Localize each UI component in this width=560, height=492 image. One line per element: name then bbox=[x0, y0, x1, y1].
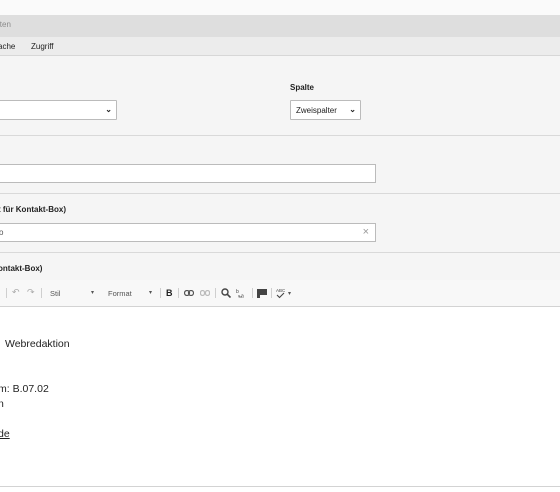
text-input-1[interactable] bbox=[0, 164, 376, 183]
link-icon[interactable] bbox=[184, 290, 194, 296]
rte-editor[interactable]: Webredaktion m: B.07.02 n de bbox=[0, 307, 560, 485]
contact-box-field-label: t für Kontakt-Box) bbox=[0, 205, 66, 214]
tab-zugriff[interactable]: Zugriff bbox=[31, 42, 54, 51]
chevron-down-icon: ⌄ bbox=[105, 105, 112, 114]
spalte-label: Spalte bbox=[290, 83, 315, 92]
editor-text-line: n bbox=[0, 398, 4, 410]
panel-title: iten bbox=[0, 20, 11, 29]
chevron-down-icon[interactable]: ▾ bbox=[288, 290, 291, 297]
rte-toolbar: ↶ ↷ Stil ▾ Format ▾ B b a ABC ▾ bbox=[0, 280, 560, 307]
contact-box-input[interactable]: o × bbox=[0, 223, 376, 242]
spalte-select-value: Zweispalter bbox=[296, 106, 337, 115]
field-section-2: t für Kontakt-Box) o × bbox=[0, 194, 560, 253]
layout-section: ⌄ Spalte Zweispalter ⌄ bbox=[0, 56, 560, 136]
layout-select[interactable]: ⌄ bbox=[0, 100, 117, 120]
format-dropdown-label: Format bbox=[108, 289, 132, 298]
toolbar-separator bbox=[178, 288, 179, 298]
panel-header: iten bbox=[0, 15, 560, 37]
redo-icon[interactable]: ↷ bbox=[27, 287, 35, 298]
style-dropdown-label: Stil bbox=[50, 289, 61, 298]
clear-icon[interactable]: × bbox=[363, 226, 369, 238]
blockquote-icon[interactable] bbox=[257, 288, 267, 298]
search-icon[interactable] bbox=[221, 288, 231, 298]
replace-icon[interactable]: b a bbox=[236, 288, 248, 298]
toolbar-separator bbox=[271, 288, 272, 298]
chevron-down-icon: ▾ bbox=[91, 290, 95, 296]
toolbar-separator bbox=[215, 288, 216, 298]
tab-sprache[interactable]: ache bbox=[0, 42, 15, 51]
toolbar-separator bbox=[6, 288, 7, 298]
bottom-divider bbox=[0, 486, 560, 487]
svg-text:ABC: ABC bbox=[276, 288, 286, 293]
spellcheck-icon[interactable]: ABC bbox=[276, 287, 288, 299]
svg-text:b: b bbox=[236, 289, 239, 295]
chevron-down-icon: ▾ bbox=[149, 290, 153, 296]
unlink-icon[interactable] bbox=[200, 290, 210, 296]
bold-button[interactable]: B bbox=[166, 288, 173, 298]
editor-link[interactable]: de bbox=[0, 428, 10, 440]
editor-text-line: m: B.07.02 bbox=[0, 383, 49, 395]
contact-box-input-value: o bbox=[0, 228, 4, 237]
spalte-select[interactable]: Zweispalter ⌄ bbox=[290, 100, 361, 120]
format-dropdown[interactable]: Format ▾ bbox=[103, 284, 157, 302]
field-section-1 bbox=[0, 136, 560, 194]
editor-text-line: Webredaktion bbox=[5, 338, 70, 350]
chevron-down-icon: ⌄ bbox=[349, 105, 356, 114]
rte-field-label: ontakt-Box) bbox=[0, 264, 43, 273]
toolbar-separator bbox=[252, 288, 253, 298]
style-dropdown[interactable]: Stil ▾ bbox=[45, 284, 99, 302]
rte-section: ontakt-Box) bbox=[0, 253, 560, 280]
tab-bar: ache Zugriff bbox=[0, 37, 560, 56]
toolbar-separator bbox=[160, 288, 161, 298]
undo-icon[interactable]: ↶ bbox=[12, 287, 20, 298]
top-bar bbox=[0, 0, 560, 16]
toolbar-separator bbox=[41, 288, 42, 298]
